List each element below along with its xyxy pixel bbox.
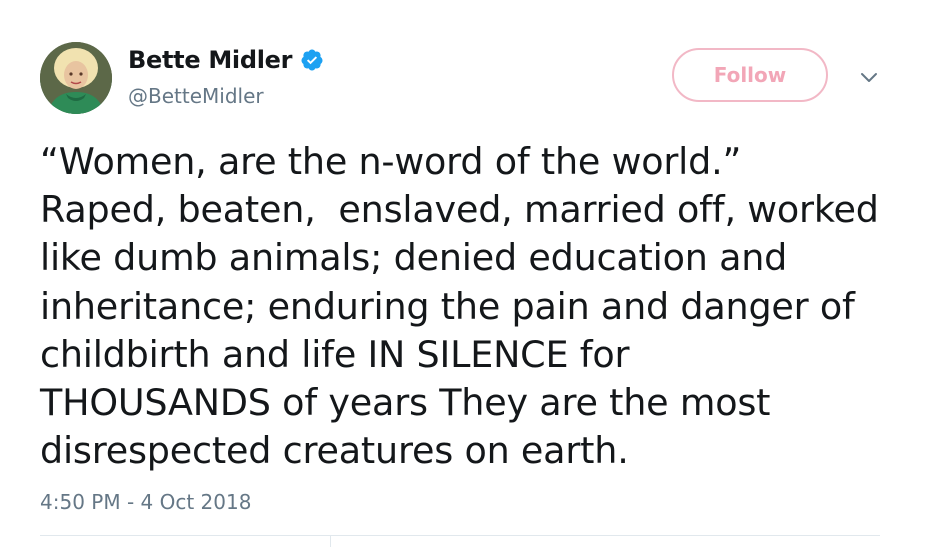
chevron-down-icon[interactable] bbox=[858, 66, 880, 88]
display-name[interactable]: Bette Midler bbox=[128, 46, 292, 74]
tweet-card: Bette Midler @BetteMidler Follow “Women,… bbox=[0, 0, 925, 547]
tweet-timestamp[interactable]: 4:50 PM - 4 Oct 2018 bbox=[40, 490, 251, 514]
follow-button[interactable]: Follow bbox=[672, 48, 828, 102]
user-handle[interactable]: @BetteMidler bbox=[128, 84, 264, 108]
verified-badge-icon bbox=[300, 48, 324, 72]
divider-tick bbox=[330, 535, 331, 547]
avatar-image bbox=[40, 42, 112, 114]
name-row: Bette Midler bbox=[128, 46, 324, 74]
avatar[interactable] bbox=[40, 42, 112, 114]
tweet-text: “Women, are the n-word of the world.” Ra… bbox=[40, 140, 879, 473]
divider bbox=[40, 535, 880, 536]
